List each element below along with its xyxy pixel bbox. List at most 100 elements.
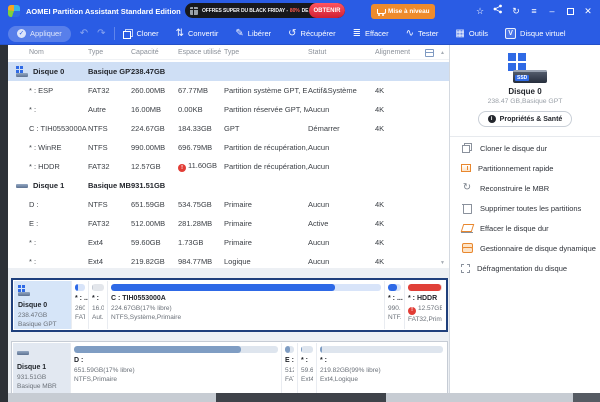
column-header: Capacité: [131, 49, 178, 56]
disk-illustration: SSD: [503, 53, 547, 83]
usage-fill: [320, 346, 322, 353]
window-controls: ☆ ↻ ≡ – ✕: [474, 0, 594, 22]
row-fs: NTFS: [88, 124, 131, 133]
partition-block[interactable]: * :219.82GB(99% libre)Ext4,Logique: [316, 343, 446, 393]
row-align: 4K: [375, 86, 415, 95]
row-fs: FAT32: [88, 219, 131, 228]
sidebar: SSD Disque 0 238.47 GB,Basique GPT i Pro…: [449, 45, 600, 393]
partition-block[interactable]: * : ...260...FAT...: [71, 281, 88, 329]
action-effacer-le-disque-dur[interactable]: Effacer le disque dur: [450, 218, 600, 238]
table-row-[interactable]: * :Ext459.60GB1.73GBPrimaireAucun4K: [8, 233, 449, 252]
row-align: 4K: [375, 200, 415, 209]
share-icon[interactable]: [492, 0, 504, 22]
partition-block[interactable]: D :651.59GB(17% libre)NTFS,Primaire: [70, 343, 281, 393]
minimize-button[interactable]: –: [546, 0, 558, 22]
close-button[interactable]: ✕: [582, 0, 594, 22]
menu-icon[interactable]: ≡: [528, 0, 540, 22]
row-used: 0.00KB: [178, 105, 224, 114]
action-defragmentation-du-disque[interactable]: Défragmentation du disque: [450, 258, 600, 278]
usage-bar: [408, 284, 442, 291]
row-align: 4K: [375, 219, 415, 228]
action-cloner-le-disque-dur[interactable]: Cloner le disque dur: [450, 138, 600, 158]
disk-panel-info[interactable]: Disque 1931.51GBBasique MBR: [13, 343, 70, 393]
partition-block[interactable]: * :16.0...Aut...: [88, 281, 107, 329]
table-row-e[interactable]: E :FAT32512.00MB281.28MBPrimaireActive4K: [8, 214, 449, 233]
partition-fs: Ext4,Logique: [320, 375, 443, 384]
table-row-[interactable]: * :Autre16.00MB0.00KBPartition réservée …: [8, 100, 449, 119]
taskbar-segment: [216, 393, 386, 402]
row-used: 696.79MB: [178, 143, 224, 152]
partition-block[interactable]: * :59.6...Ext4,...: [297, 343, 316, 393]
refresh-icon[interactable]: ↻: [510, 0, 522, 22]
partition-block[interactable]: E :512...FAT...: [281, 343, 297, 393]
panel-disk-name: Disque 0: [18, 301, 67, 311]
partition-block[interactable]: * : HDDR!12.57GB...FAT32,Prim...: [404, 281, 445, 329]
row-type: GPT: [224, 124, 308, 133]
action-reconstruire-le-mbr[interactable]: ↻Reconstruire le MBR: [450, 178, 600, 198]
table-row-hddr[interactable]: * : HDDRFAT3212.57GB!11.60GBPartition de…: [8, 157, 449, 176]
toolbar-button-recuperer[interactable]: ↺Récupérer: [288, 29, 335, 39]
promo-cta-button[interactable]: OBTENIR: [309, 3, 345, 18]
toolbar-button-effacer[interactable]: ≣Effacer: [353, 29, 389, 39]
table-row-disque-1[interactable]: Disque 1Basique MBR931.51GB: [8, 176, 449, 195]
row-name-text: * :: [29, 257, 36, 266]
action-partitionnement-rapide[interactable]: Partitionnement rapide: [450, 158, 600, 178]
upgrade-button[interactable]: Mise à niveau: [371, 4, 435, 19]
row-type: Partition de récupération, ...: [224, 143, 308, 152]
wipe-disk-icon: [461, 222, 473, 234]
action-gestionnaire-de-disque-dynamique[interactable]: Gestionnaire de disque dynamique: [450, 238, 600, 258]
usage-fill: [408, 284, 441, 291]
apply-button[interactable]: ✓ Appliquer: [8, 26, 71, 42]
row-type: Partition réservée GPT, Mi...: [224, 105, 308, 114]
toolbar-button-outils[interactable]: ▦Outils: [455, 29, 488, 39]
partition-label: E :: [285, 355, 294, 366]
disk-panel-0[interactable]: Disque 0238.47GBBasique GPT* : ...260...…: [11, 278, 448, 332]
redo-button[interactable]: ↷: [97, 28, 105, 39]
disk-panel-info[interactable]: Disque 0238.47GBBasique GPT: [14, 281, 71, 329]
table-row-c-tih0553000a[interactable]: C : TIH0553000ANTFS224.67GB184.33GBGPTDé…: [8, 119, 449, 138]
table-row-[interactable]: * :Ext4219.82GB984.77MBLogiqueAucun4K: [8, 252, 449, 271]
row-used: 984.77MB: [178, 257, 224, 266]
scroll-up-icon[interactable]: ▲: [440, 50, 445, 56]
toolbar-button-cloner[interactable]: Cloner: [123, 29, 158, 38]
taskbar-segment: [573, 393, 600, 402]
partition-info: 16.0...: [92, 304, 104, 313]
row-name: Disque 1: [16, 180, 88, 191]
row-type: Primaire: [224, 238, 308, 247]
partition-info: 651.59GB(17% libre): [74, 366, 278, 375]
favorite-icon[interactable]: ☆: [474, 0, 486, 22]
partition-fs: Aut...: [92, 313, 104, 322]
toolbar-button-tester[interactable]: ∿Tester: [406, 29, 439, 39]
clone-icon: [123, 29, 132, 38]
partition-info: 224.67GB(17% libre): [111, 304, 381, 313]
table-row-d[interactable]: D :NTFS651.59GB534.75GBPrimaireAucun4K: [8, 195, 449, 214]
toolbar-button-convertir[interactable]: ⇅Convertir: [176, 29, 219, 39]
partition-info: 219.82GB(99% libre): [320, 366, 443, 375]
table-row-disque-0[interactable]: Disque 0Basique GPT238.47GB: [8, 62, 449, 81]
undo-button[interactable]: ↶: [80, 28, 88, 39]
disk-panel-1[interactable]: Disque 1931.51GBBasique MBRD :651.59GB(1…: [11, 341, 448, 395]
toolbar-divider: [114, 27, 115, 40]
action-label: Gestionnaire de disque dynamique: [480, 244, 596, 253]
usage-bar: [92, 284, 104, 291]
toolbar-button-liberer[interactable]: ✎Libérer: [235, 29, 271, 39]
table-row-winre[interactable]: * : WinRENTFS990.00MB696.79MBPartition d…: [8, 138, 449, 157]
titlebar: AOMEI Partition Assistant Standard Editi…: [0, 0, 600, 22]
properties-health-button[interactable]: i Propriétés & Santé: [478, 111, 573, 127]
action-supprimer-toutes-les-partitions[interactable]: Supprimer toutes les partitions: [450, 198, 600, 218]
table-row-esp[interactable]: * : ESPFAT32260.00MB67.77MBPartition sys…: [8, 81, 449, 100]
partition-block[interactable]: C : TIH0553000A224.67GB(17% libre)NTFS,S…: [107, 281, 384, 329]
toolbar-button-disque-virtuel[interactable]: VDisque virtuel: [505, 28, 565, 39]
maximize-button[interactable]: [564, 0, 576, 22]
row-fs: Ext4: [88, 257, 131, 266]
partition-fs: Ext4,...: [301, 375, 313, 384]
row-name: * :: [16, 257, 88, 266]
scroll-down-icon[interactable]: ▼: [440, 260, 445, 266]
cart-icon: [376, 8, 385, 16]
row-capacity: 512.00MB: [131, 219, 178, 228]
columns-icon[interactable]: [425, 49, 434, 57]
row-capacity: 224.67GB: [131, 124, 178, 133]
promo-banner[interactable]: OFFRES SUPER DU BLACK FRIDAY -80%DE REMI…: [185, 3, 345, 18]
partition-block[interactable]: * : ...990...NTF...: [384, 281, 404, 329]
toolbar-button-label: Libérer: [248, 29, 271, 38]
